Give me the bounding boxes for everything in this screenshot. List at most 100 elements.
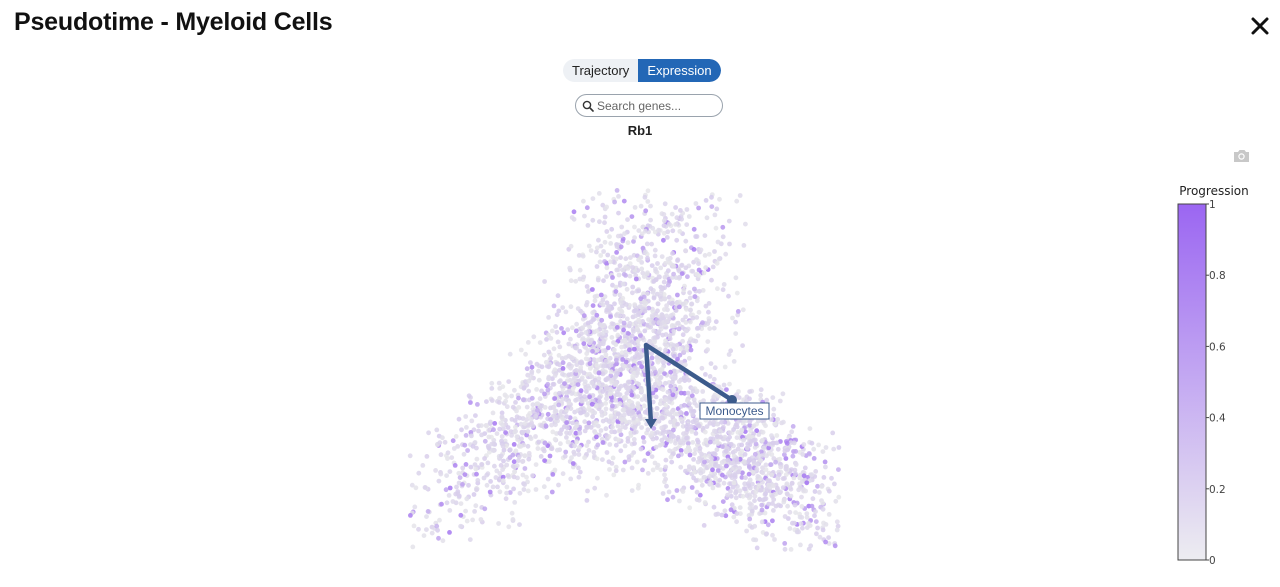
cell-point (588, 338, 594, 343)
cell-point (534, 361, 540, 367)
cell-point (712, 365, 718, 371)
cell-point (632, 441, 637, 446)
cell-point (587, 394, 592, 400)
cell-point (733, 331, 739, 336)
cell-point (652, 253, 658, 259)
cell-point (640, 467, 645, 473)
cell-point (424, 454, 430, 459)
cell-point (724, 387, 729, 392)
cell-point (669, 211, 675, 217)
cell-point (679, 216, 684, 222)
cell-point (596, 237, 601, 243)
cell-point (603, 352, 609, 358)
cell-point (565, 327, 571, 333)
cell-point (699, 482, 705, 488)
cell-point (633, 313, 638, 319)
cell-point (768, 462, 774, 467)
cell-point (570, 420, 576, 426)
cell-point (692, 451, 697, 456)
cell-point (678, 438, 684, 444)
search-input[interactable] (597, 98, 715, 113)
cell-point (660, 387, 666, 392)
cell-point (635, 485, 641, 491)
close-button[interactable] (1246, 12, 1274, 40)
cell-point (606, 303, 612, 309)
cell-point (790, 453, 796, 459)
cell-point (479, 423, 484, 428)
cell-point (627, 379, 632, 385)
cell-point (568, 365, 573, 371)
cell-point (820, 500, 826, 506)
cell-point (633, 276, 639, 282)
cell-point (625, 217, 630, 222)
cell-point (564, 407, 570, 413)
tab-trajectory[interactable]: Trajectory (563, 59, 638, 82)
cell-point (701, 523, 707, 528)
cell-point (624, 316, 630, 322)
cell-point (569, 455, 574, 461)
cell-point (594, 362, 600, 368)
cell-point (775, 417, 781, 422)
cell-point (602, 239, 608, 245)
cell-point (668, 369, 673, 375)
cell-point (681, 350, 686, 355)
cell-point (617, 263, 623, 269)
cell-point (472, 509, 477, 514)
cell-point (463, 433, 469, 438)
cell-point (650, 467, 656, 473)
cell-point (607, 442, 613, 447)
cell-point (600, 457, 605, 462)
cell-point (590, 217, 596, 223)
cell-point (573, 368, 579, 373)
cell-point (545, 387, 551, 393)
cell-point (514, 434, 520, 439)
cell-point (760, 429, 766, 435)
cell-point (629, 392, 635, 398)
cell-point (691, 247, 697, 252)
cell-point (731, 480, 737, 486)
cell-point (608, 314, 613, 319)
cell-point (497, 426, 503, 432)
cell-point (749, 508, 755, 514)
cell-point (649, 355, 655, 361)
cell-point (560, 360, 566, 366)
cell-point (598, 300, 604, 306)
cell-point (576, 253, 582, 258)
tab-expression[interactable]: Expression (638, 59, 721, 82)
cell-point (759, 507, 765, 513)
cell-point (712, 471, 718, 477)
cell-point (752, 493, 758, 499)
cell-point (691, 397, 697, 402)
cell-point (751, 459, 757, 465)
cell-point (705, 347, 710, 353)
cell-point (791, 475, 797, 481)
cell-point (659, 425, 665, 431)
cell-point (789, 429, 795, 435)
colorbar: Progression 0 0.2 0.4 0.6 0.8 1 (1177, 184, 1249, 567)
cell-point (659, 442, 664, 447)
cell-point (547, 453, 553, 459)
cell-point (638, 354, 643, 360)
cell-point (551, 303, 557, 309)
cell-point (673, 205, 678, 210)
cell-point (536, 439, 542, 445)
cell-point (572, 443, 577, 449)
cell-point (579, 331, 584, 337)
cell-point (590, 287, 595, 292)
cell-point (608, 413, 614, 419)
cell-point (670, 251, 675, 256)
cell-point (763, 423, 768, 429)
cell-point (651, 295, 657, 301)
cell-point (500, 443, 506, 449)
cell-point (634, 459, 640, 465)
cell-point (801, 442, 807, 447)
cell-point (817, 534, 823, 540)
cell-point (436, 535, 441, 541)
cell-point (510, 404, 516, 410)
cell-point (504, 394, 510, 400)
cell-point (628, 255, 633, 260)
cell-point (562, 453, 568, 459)
cell-point (577, 430, 583, 436)
cell-point (678, 390, 684, 396)
cell-point (760, 470, 766, 476)
